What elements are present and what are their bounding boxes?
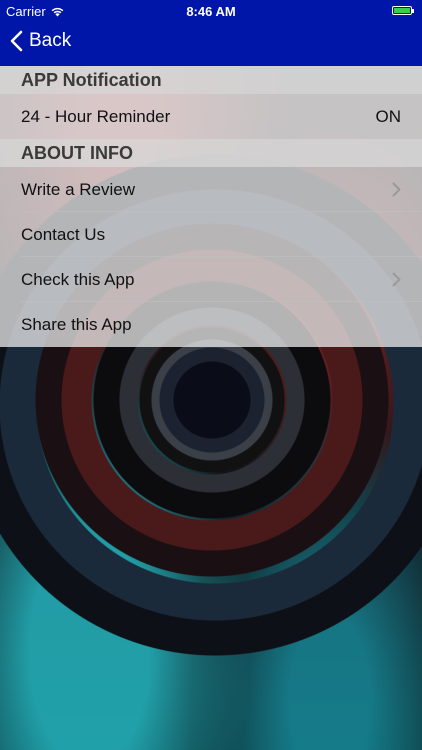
section-header-about-info: ABOUT INFO	[0, 139, 422, 167]
back-button[interactable]: Back	[10, 30, 71, 52]
chevron-right-icon	[392, 272, 401, 287]
back-label: Back	[29, 30, 72, 51]
navigation-bar: Back	[0, 22, 422, 66]
share-app-row[interactable]: Share this App	[0, 302, 422, 347]
chevron-left-icon	[10, 30, 23, 52]
contact-us-label: Contact Us	[21, 225, 106, 244]
status-bar: Carrier 8:46 AM	[0, 0, 422, 22]
reminder-row[interactable]: 24 - Hour Reminder ON	[0, 94, 422, 139]
battery-level	[394, 8, 410, 13]
reminder-label: 24 - Hour Reminder	[21, 107, 171, 126]
check-app-row[interactable]: Check this App	[0, 257, 422, 302]
write-review-label: Write a Review	[21, 180, 135, 199]
share-app-label: Share this App	[21, 315, 132, 334]
check-app-label: Check this App	[21, 270, 135, 289]
battery-icon	[392, 6, 414, 15]
section-header-app-notification: APP Notification	[0, 66, 422, 94]
chevron-right-icon	[392, 182, 401, 197]
write-review-row[interactable]: Write a Review	[0, 167, 422, 212]
reminder-value: ON	[375, 107, 402, 126]
contact-us-row[interactable]: Contact Us	[0, 212, 422, 257]
status-time: 8:46 AM	[186, 4, 236, 19]
